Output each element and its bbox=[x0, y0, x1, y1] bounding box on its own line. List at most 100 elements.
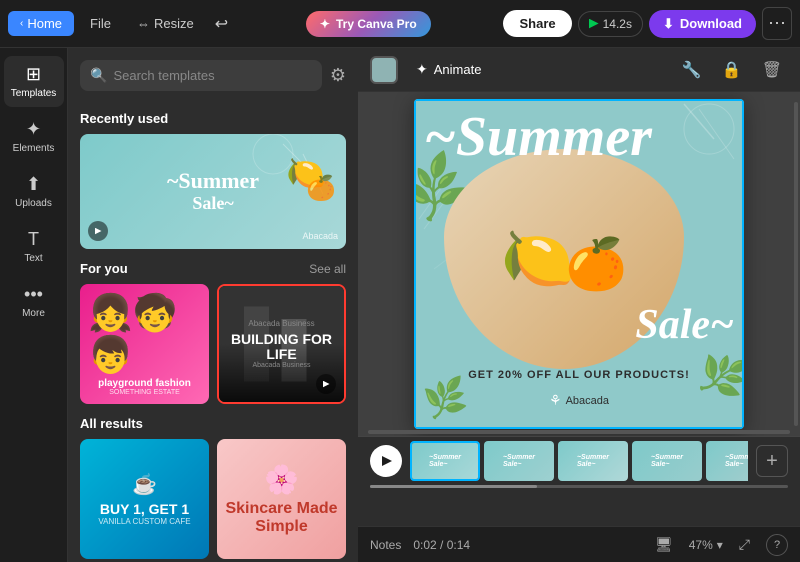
add-frame-button[interactable]: + bbox=[756, 445, 788, 477]
resize-icon: ⇔ bbox=[137, 16, 150, 31]
zoom-label: 47% bbox=[689, 538, 713, 552]
help-button[interactable]: ? bbox=[766, 534, 788, 556]
canvas-leaf-bottomleft: 🌿 bbox=[421, 375, 471, 423]
bottom-panel: ~SummerSale~ ~SummerSale~ ~SummerSale~ ~… bbox=[358, 436, 800, 526]
timeline-frame-3[interactable]: ~SummerSale~ bbox=[558, 441, 628, 481]
timeline-scrollbar[interactable] bbox=[370, 485, 788, 488]
canvas-toolbar: ✦ Animate 🔧 🔒 🗑 bbox=[358, 48, 800, 92]
zoom-display[interactable]: 47% ▾ bbox=[689, 538, 723, 552]
skincare-title: Skincare Made Simple bbox=[225, 500, 338, 535]
building-play-btn[interactable] bbox=[316, 374, 336, 394]
templates-icon: ⊞ bbox=[26, 64, 41, 85]
try-canva-label: Try Canva Pro bbox=[336, 17, 417, 31]
see-all-button[interactable]: See all bbox=[309, 262, 346, 276]
sidebar-item-text[interactable]: T Text bbox=[4, 221, 64, 272]
thumb-fruit2: 🍊 bbox=[306, 174, 336, 203]
timeline-frame-1[interactable]: ~SummerSale~ bbox=[410, 441, 480, 481]
more-options-button[interactable]: ⋯ bbox=[762, 7, 792, 40]
canvas-brand-text: Abacada bbox=[566, 395, 609, 407]
recently-used-header: Recently used bbox=[80, 111, 346, 126]
timeline-frame-4[interactable]: ~SummerSale~ bbox=[632, 441, 702, 481]
try-canva-button[interactable]: ✦ Try Canva Pro bbox=[306, 11, 431, 37]
timeline-frame-5[interactable]: ~SummerSale~ bbox=[706, 441, 748, 481]
topbar-left: ‹ Home File ⇔ Resize ↩ bbox=[8, 9, 233, 39]
for-you-item-building[interactable]: Abacada Business BUILDING FOR LIFE Abaca… bbox=[217, 284, 346, 404]
canvas-sale-label: Sale~ bbox=[635, 301, 734, 349]
all-results-title: All results bbox=[80, 416, 143, 431]
building-top-text: Abacada Business bbox=[248, 319, 314, 328]
search-input-wrap[interactable]: 🔍 bbox=[80, 60, 322, 91]
notes-label[interactable]: Notes bbox=[370, 538, 401, 552]
building-play-icon bbox=[323, 381, 330, 388]
playground-subtitle: SOMETHING ESTATE bbox=[109, 389, 180, 396]
sidebar-item-uploads[interactable]: ⬆ Uploads bbox=[4, 166, 64, 217]
undo-button[interactable]: ↩ bbox=[210, 9, 233, 39]
search-bar: 🔍 ⚙ bbox=[68, 48, 358, 99]
canvas-brand-icon: ⚘ bbox=[549, 392, 562, 409]
star-icon: ✦ bbox=[320, 17, 330, 31]
canvas-fruit2-emoji: 🍊 bbox=[565, 239, 627, 289]
recently-used-template[interactable]: ~Summer Sale~ Abacada 🍋 🍊 bbox=[80, 134, 346, 249]
skincare-emoji: 🌸 bbox=[264, 463, 299, 496]
home-label: Home bbox=[27, 16, 62, 31]
time-button[interactable]: 14.2s bbox=[578, 11, 643, 37]
toolbar-trash-btn[interactable]: 🗑 bbox=[756, 54, 788, 86]
more-label: More bbox=[22, 308, 45, 319]
more-icon: ••• bbox=[24, 284, 43, 305]
canvas-offer: GET 20% OFF ALL OUR PRODUCTS! bbox=[424, 369, 734, 381]
canvas-fruit-emoji: 🍋 bbox=[501, 229, 576, 289]
filter-icon[interactable]: ⚙ bbox=[330, 65, 346, 86]
timeline-frames: ~SummerSale~ ~SummerSale~ ~SummerSale~ ~… bbox=[410, 441, 748, 481]
buy1get1-template[interactable]: ☕ BUY 1, GET 1 VANILLA CUSTOM CAFE bbox=[80, 439, 209, 559]
canvas-scrollbar-vertical[interactable] bbox=[794, 102, 798, 426]
icon-sidebar: ⊞ Templates ✦ Elements ⬆ Uploads T Text … bbox=[0, 48, 68, 562]
download-button[interactable]: ⬇ Download bbox=[649, 10, 756, 38]
toolbar-wrench-btn[interactable]: 🔧 bbox=[676, 54, 708, 86]
buy-emoji: ☕ bbox=[132, 472, 157, 497]
resize-button[interactable]: ⇔ Resize bbox=[127, 11, 204, 36]
frame-thumb-5: ~SummerSale~ bbox=[706, 441, 748, 481]
time-display: 0:02 / 0:14 bbox=[413, 538, 470, 552]
canvas-scrollbar-horizontal[interactable] bbox=[368, 430, 790, 434]
templates-panel: 🔍 ⚙ Recently used ~Summer Sale~ bbox=[68, 48, 358, 562]
search-icon: 🔍 bbox=[90, 67, 107, 84]
fullscreen-icon-btn[interactable]: ⤢ bbox=[735, 532, 754, 557]
for-you-grid: 👧🧒👦 playground fashion SOMETHING ESTATE … bbox=[80, 284, 346, 404]
timeline-header: ~SummerSale~ ~SummerSale~ ~SummerSale~ ~… bbox=[358, 437, 800, 485]
elements-icon: ✦ bbox=[26, 119, 41, 140]
frame-thumb-1: ~SummerSale~ bbox=[412, 443, 478, 479]
sidebar-item-elements[interactable]: ✦ Elements bbox=[4, 111, 64, 162]
timeline-play-button[interactable] bbox=[370, 445, 402, 477]
share-button[interactable]: Share bbox=[503, 10, 571, 37]
topbar-center: ✦ Try Canva Pro bbox=[239, 11, 497, 37]
color-swatch[interactable] bbox=[370, 56, 398, 84]
skincare-template[interactable]: 🌸 Skincare Made Simple bbox=[217, 439, 346, 559]
timeline-scrollbar-thumb bbox=[370, 485, 537, 488]
animate-button[interactable]: ✦ Animate bbox=[406, 56, 491, 83]
download-label: Download bbox=[680, 16, 742, 31]
building-sub: Abacada Business bbox=[253, 362, 311, 369]
file-button[interactable]: File bbox=[80, 11, 121, 36]
canvas-summer-title: ~Summer bbox=[424, 109, 734, 165]
search-input[interactable] bbox=[113, 68, 311, 83]
toolbar-lock-btn[interactable]: 🔒 bbox=[716, 54, 748, 86]
frame-thumb-4: ~SummerSale~ bbox=[632, 441, 702, 481]
for-you-item-playground[interactable]: 👧🧒👦 playground fashion SOMETHING ESTATE bbox=[80, 284, 209, 404]
topbar: ‹ Home File ⇔ Resize ↩ ✦ Try Canva Pro S… bbox=[0, 0, 800, 48]
design-canvas[interactable]: ~Summer 🌿 🌿 🌿 🍋 🍊 Sale~ GET 20% OFF AL bbox=[414, 99, 744, 429]
buy-sub: VANILLA CUSTOM CAFE bbox=[98, 517, 190, 526]
all-results-grid: ☕ BUY 1, GET 1 VANILLA CUSTOM CAFE 🌸 Ski… bbox=[80, 439, 346, 559]
frame-thumb-3: ~SummerSale~ bbox=[558, 441, 628, 481]
topbar-right: Share 14.2s ⬇ Download ⋯ bbox=[503, 7, 792, 40]
sidebar-item-templates[interactable]: ⊞ Templates bbox=[4, 56, 64, 107]
status-bar: Notes 0:02 / 0:14 🖥 47% ▾ ⤢ ? bbox=[358, 526, 800, 562]
timeline-play-icon bbox=[382, 456, 392, 466]
monitor-icon-btn[interactable]: 🖥 bbox=[651, 532, 677, 557]
buy-title: BUY 1, GET 1 bbox=[100, 501, 189, 517]
time-label: 14.2s bbox=[603, 17, 632, 31]
home-button[interactable]: ‹ Home bbox=[8, 11, 74, 36]
timeline-frame-2[interactable]: ~SummerSale~ bbox=[484, 441, 554, 481]
thumb-sale-text: Sale~ bbox=[192, 193, 233, 214]
sidebar-item-more[interactable]: ••• More bbox=[4, 276, 64, 327]
thumb-play-btn[interactable] bbox=[88, 221, 108, 241]
